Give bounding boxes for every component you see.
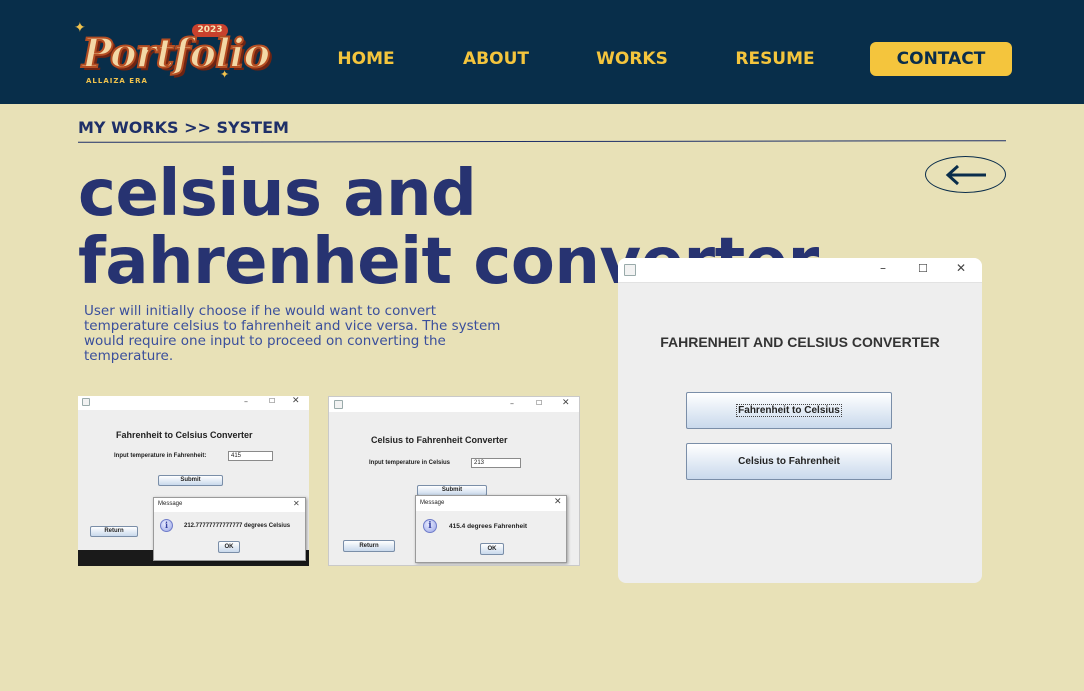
close-icon: ✕	[293, 499, 300, 508]
java-icon	[334, 400, 343, 409]
java-icon	[82, 398, 90, 406]
maximize-icon: ☐	[536, 399, 543, 407]
screenshot-f2c: – ☐ ✕ Fahrenheit to Celsius Converter In…	[78, 396, 309, 566]
back-button[interactable]	[925, 156, 1006, 193]
ok-button: OK	[218, 541, 240, 553]
temperature-input: 213	[471, 458, 521, 468]
dialog-title: Message	[158, 501, 183, 507]
screenshot-c2f: – ☐ ✕ Celsius to Fahrenheit Converter In…	[328, 396, 580, 566]
top-navbar: ✦ ✦ 2023 Portfolio ALLAIZA ERA HOME ABOU…	[0, 0, 1084, 104]
return-button: Return	[90, 526, 138, 537]
submit-button: Submit	[158, 475, 223, 486]
dialog-titlebar: Message ✕	[154, 498, 305, 512]
divider	[77, 140, 1007, 143]
info-icon: i	[160, 519, 173, 532]
window-heading: FAHRENHEIT AND CELSIUS CONVERTER	[660, 334, 940, 350]
minimize-icon: –	[510, 399, 514, 408]
close-icon: ✕	[956, 261, 967, 275]
dialog-message: 212.77777777777777 degrees Celsius	[184, 523, 291, 529]
input-label: Input temperature in Celsius	[369, 460, 451, 466]
fahrenheit-to-celsius-button: Fahrenheit to Celsius	[686, 392, 892, 429]
dialog-title: Message	[420, 500, 445, 506]
return-button: Return	[343, 540, 395, 552]
close-icon: ✕	[292, 396, 300, 406]
window-heading: Celsius to Fahrenheit Converter	[371, 435, 508, 445]
logo-wordmark: Portfolio	[81, 29, 271, 78]
dialog-message: 415.4 degrees Fahrenheit	[449, 523, 528, 530]
breadcrumb: MY WORKS >> SYSTEM	[78, 118, 289, 137]
input-label: Input temperature in Fahrenheit:	[114, 453, 207, 459]
window-titlebar: – ☐ ✕	[618, 258, 982, 283]
window-titlebar: – ☐ ✕	[329, 397, 579, 412]
button-label: Fahrenheit to Celsius	[736, 404, 842, 417]
dialog-titlebar: Message ✕	[416, 496, 566, 511]
portfolio-logo[interactable]: ✦ ✦ 2023 Portfolio ALLAIZA ERA	[74, 20, 271, 90]
nav-contact-button[interactable]: CONTACT	[870, 42, 1012, 76]
window-heading: Fahrenheit to Celsius Converter	[116, 430, 253, 440]
nav-home[interactable]: HOME	[330, 42, 402, 76]
info-icon: i	[423, 519, 437, 533]
arrow-left-icon	[945, 164, 986, 185]
close-icon: ✕	[554, 497, 562, 507]
message-dialog: Message ✕ i 212.77777777777777 degrees C…	[153, 497, 306, 561]
message-dialog: Message ✕ i 415.4 degrees Fahrenheit OK	[415, 495, 567, 563]
nav-works[interactable]: WORKS	[594, 42, 670, 76]
celsius-to-fahrenheit-button: Celsius to Fahrenheit	[686, 443, 892, 480]
maximize-icon: ☐	[269, 397, 276, 405]
maximize-icon: ☐	[918, 262, 928, 275]
nav-resume[interactable]: RESUME	[730, 42, 820, 76]
window-titlebar: – ☐ ✕	[78, 396, 309, 410]
ok-button: OK	[480, 543, 504, 555]
project-description: User will initially choose if he would w…	[84, 303, 501, 364]
minimize-icon: –	[244, 397, 248, 406]
minimize-icon: –	[880, 261, 886, 275]
close-icon: ✕	[562, 398, 570, 408]
java-icon	[624, 264, 636, 276]
nav-about[interactable]: ABOUT	[458, 42, 534, 76]
screenshot-main-menu: – ☐ ✕ FAHRENHEIT AND CELSIUS CONVERTER F…	[618, 258, 982, 583]
temperature-input: 415	[228, 451, 273, 461]
logo-subtitle: ALLAIZA ERA	[86, 77, 148, 85]
